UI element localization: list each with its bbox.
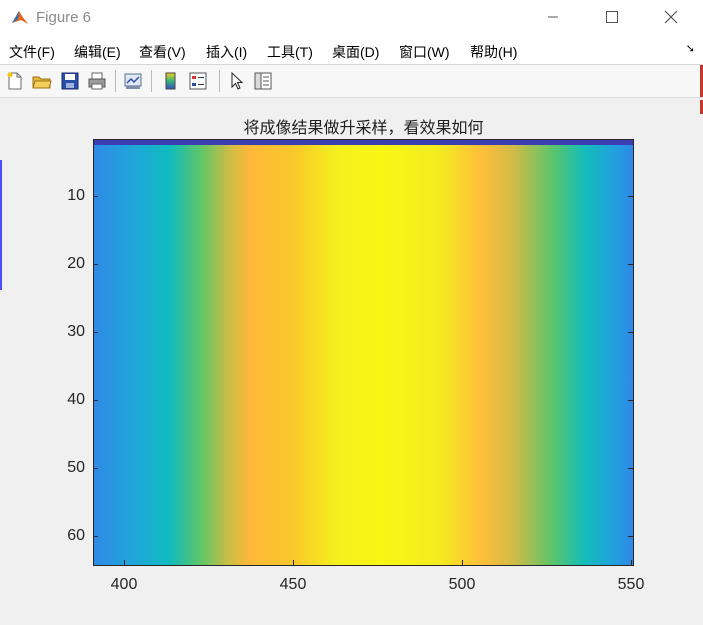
y-tick-mark xyxy=(628,196,633,197)
menu-file[interactable]: 文件(F) xyxy=(9,42,55,62)
plot-title: 将成像结果做升采样，看效果如何 xyxy=(243,118,484,137)
x-tick-mark xyxy=(293,560,294,565)
y-tick-mark xyxy=(628,536,633,537)
x-tick-label: 500 xyxy=(448,576,476,593)
y-tick-mark xyxy=(93,264,98,265)
y-tick-mark xyxy=(93,332,98,333)
x-tick-label: 550 xyxy=(617,576,645,593)
menu-insert[interactable]: 插入(I) xyxy=(206,42,247,62)
menu-help[interactable]: 帮助(H) xyxy=(470,42,517,62)
menu-tools[interactable]: 工具(T) xyxy=(267,42,313,62)
y-tick-mark xyxy=(93,536,98,537)
link-plot-icon[interactable] xyxy=(122,70,144,92)
menu-bar: 文件(F) 编辑(E) 查看(V) 插入(I) 工具(T) 桌面(D) 窗口(W… xyxy=(0,36,703,65)
y-tick-mark xyxy=(628,400,633,401)
image-axes[interactable] xyxy=(93,139,634,566)
menu-dock-arrow-icon[interactable]: ➘ xyxy=(686,42,695,55)
y-tick-mark xyxy=(628,332,633,333)
y-tick-mark xyxy=(628,264,633,265)
toolbar-separator xyxy=(219,70,220,92)
window-left-edge xyxy=(0,160,2,290)
y-tick-mark xyxy=(93,400,98,401)
menu-desktop[interactable]: 桌面(D) xyxy=(332,42,379,62)
matlab-app-icon[interactable] xyxy=(10,8,30,28)
y-tick-label: 20 xyxy=(67,255,85,272)
open-file-icon[interactable] xyxy=(31,70,53,92)
y-tick-label: 40 xyxy=(67,391,85,408)
new-figure-icon[interactable] xyxy=(4,70,26,92)
y-tick-mark xyxy=(93,468,98,469)
menu-window[interactable]: 窗口(W) xyxy=(399,42,450,62)
x-tick-label: 400 xyxy=(110,576,138,593)
y-tick-label: 30 xyxy=(67,323,85,340)
toolbar xyxy=(0,65,703,98)
print-icon[interactable] xyxy=(86,70,108,92)
close-button[interactable] xyxy=(648,0,694,34)
insert-colorbar-icon[interactable] xyxy=(160,70,182,92)
menu-view[interactable]: 查看(V) xyxy=(139,42,186,62)
minimize-icon xyxy=(548,16,558,18)
y-tick-mark xyxy=(628,468,633,469)
y-tick-label: 50 xyxy=(67,459,85,476)
y-tick-label: 60 xyxy=(67,527,85,544)
x-tick-mark xyxy=(462,560,463,565)
save-icon[interactable] xyxy=(59,70,81,92)
x-tick-mark xyxy=(631,560,632,565)
x-tick-label: 450 xyxy=(279,576,307,593)
y-tick-mark xyxy=(93,196,98,197)
close-icon xyxy=(664,10,678,24)
minimize-button[interactable] xyxy=(530,0,576,34)
y-tick-label: 10 xyxy=(67,187,85,204)
image-top-band xyxy=(94,140,633,145)
toolbar-separator xyxy=(115,70,116,92)
insert-legend-icon[interactable] xyxy=(187,70,209,92)
maximize-button[interactable] xyxy=(589,0,635,34)
window-title: Figure 6 xyxy=(36,9,92,26)
x-tick-mark xyxy=(124,560,125,565)
menu-edit[interactable]: 编辑(E) xyxy=(74,42,121,62)
maximize-icon xyxy=(606,11,618,23)
toolbar-separator xyxy=(151,70,152,92)
edit-plot-pointer-icon[interactable] xyxy=(226,70,248,92)
title-bar: Figure 6 xyxy=(0,0,703,36)
property-inspector-icon[interactable] xyxy=(252,70,274,92)
